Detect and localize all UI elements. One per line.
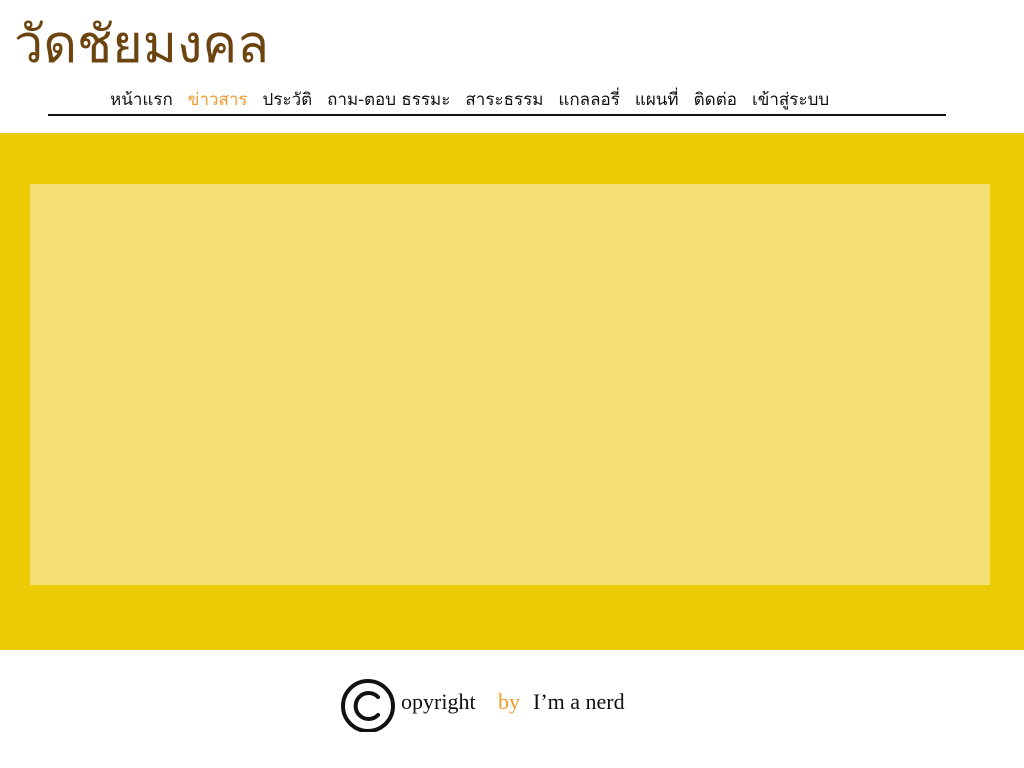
nav-item-news[interactable]: ข่าวสาร	[188, 86, 248, 113]
nav-item-dharma-articles[interactable]: สาระธรรม	[465, 86, 543, 113]
footer: opyright by I’m a nerd	[0, 672, 1024, 736]
author-text: I’m a nerd	[533, 689, 625, 714]
nav-item-home[interactable]: หน้าแรก	[110, 86, 173, 113]
copyright-icon	[341, 679, 395, 732]
nav-item-gallery[interactable]: แกลลอรี่	[558, 86, 619, 113]
nav-item-history[interactable]: ประวัติ	[263, 86, 313, 113]
nav-list: หน้าแรก ข่าวสาร ประวัติ ถาม-ตอบ ธรรมะ สา…	[110, 84, 829, 114]
nav-item-login[interactable]: เข้าสู่ระบบ	[752, 86, 829, 113]
nav-item-contact[interactable]: ติดต่อ	[694, 86, 737, 113]
nav-item-dharma-qa[interactable]: ถาม-ตอบ ธรรมะ	[327, 86, 450, 113]
content-panel	[30, 184, 990, 585]
by-text: by	[498, 689, 520, 714]
page: วัดชัยมงคล หน้าแรก ข่าวสาร ประวัติ ถาม-ต…	[0, 0, 1024, 768]
site-title: วัดชัยมงคล	[14, 15, 270, 75]
nav-item-map[interactable]: แผนที่	[635, 86, 679, 113]
copyright-text: opyright	[401, 689, 476, 714]
main-nav: หน้าแรก ข่าวสาร ประวัติ ถาม-ตอบ ธรรมะ สา…	[48, 84, 946, 116]
content-band	[0, 133, 1024, 650]
